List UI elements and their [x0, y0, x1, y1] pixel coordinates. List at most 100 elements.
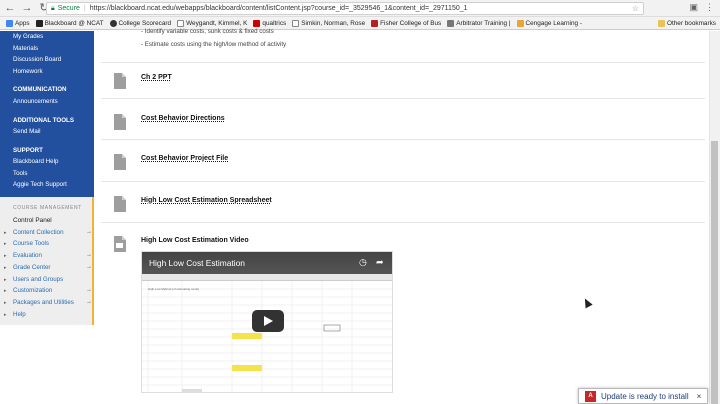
divider: [101, 181, 705, 182]
item-cost-behavior-project-file[interactable]: Cost Behavior Project File: [141, 155, 228, 162]
bookmark-arbitrator[interactable]: Arbitrator Training |: [447, 19, 511, 27]
arrow-right-icon: →: [86, 287, 92, 293]
folder-icon: [657, 20, 665, 27]
expand-icon[interactable]: ▸: [4, 241, 7, 247]
bookmark-icon: [516, 19, 524, 27]
bookmark-scorecard[interactable]: College Scorecard: [109, 19, 171, 27]
scrollbar-thumb[interactable]: [711, 141, 718, 404]
spreadsheet-thumbnail: [142, 281, 392, 392]
video-player[interactable]: High Low Cost Estimation ◷ ➦ High Low Me…: [141, 251, 393, 393]
divider: [101, 139, 705, 140]
divider: [101, 98, 705, 99]
cp-grade-center[interactable]: Grade Center: [13, 264, 51, 271]
expand-icon[interactable]: ▸: [4, 265, 7, 271]
document-icon: [114, 73, 126, 89]
bookmark-simkin[interactable]: Simkin, Norman, Rose: [292, 19, 365, 27]
sheet-heading: High Low Method (of estimating costs): [148, 287, 200, 291]
expand-icon[interactable]: ▸: [4, 300, 7, 306]
arrow-right-icon: →: [86, 299, 92, 305]
control-panel-title: Control Panel: [13, 217, 52, 224]
cp-evaluation[interactable]: Evaluation: [13, 252, 42, 259]
pdf-icon: A: [585, 390, 596, 402]
spreadsheet-ribbon: [142, 274, 392, 281]
arrow-right-icon: →: [86, 252, 92, 258]
play-button[interactable]: [252, 310, 284, 332]
sidebar-item-announcements[interactable]: Announcements: [13, 98, 58, 105]
lock-icon: 🔒︎: [51, 4, 55, 12]
browser-toolbar-right: ▣ ⋮: [689, 2, 714, 13]
item-cost-behavior-directions[interactable]: Cost Behavior Directions: [141, 115, 225, 122]
back-icon[interactable]: ←: [3, 1, 17, 15]
document-icon: [114, 154, 126, 170]
bookmark-icon: [253, 19, 261, 27]
bookmark-icon: [292, 19, 300, 27]
cp-help[interactable]: Help: [13, 311, 26, 318]
item-high-low-video[interactable]: High Low Cost Estimation Video: [141, 237, 249, 244]
address-bar-row: ← → ↻ 🔒︎ Secure | https://blackboard.nca…: [0, 0, 720, 17]
sidebar-item-send-mail[interactable]: Send Mail: [13, 128, 41, 135]
sidebar-item-my-grades[interactable]: My Grades: [13, 33, 43, 40]
update-text[interactable]: Update is ready to install: [601, 392, 689, 401]
menu-icon[interactable]: ⋮: [705, 2, 714, 13]
forward-icon[interactable]: →: [20, 1, 34, 15]
cp-users-and-groups[interactable]: Users and Groups: [13, 276, 63, 283]
sidebar-item-tools[interactable]: Tools: [13, 170, 27, 177]
bookmark-star-icon[interactable]: ☆: [632, 4, 639, 13]
close-icon[interactable]: ×: [697, 392, 702, 401]
course-menu: My Grades Materials Discussion Board Hom…: [0, 31, 94, 197]
bookmark-cengage[interactable]: Cengage Learning -: [516, 19, 582, 27]
arrow-right-icon: →: [86, 264, 92, 270]
bookmarks-bar: Apps Blackboard @ NCAT College Scorecard…: [0, 17, 720, 30]
video-document-icon: [114, 236, 126, 252]
cp-course-tools[interactable]: Course Tools: [13, 240, 49, 247]
cp-content-collection[interactable]: Content Collection: [13, 229, 64, 236]
sidebar-header-communication: COMMUNICATION: [13, 86, 67, 93]
course-management-title: COURSE MANAGEMENT: [13, 205, 82, 211]
bookmark-weygandt[interactable]: Weygandt, Kimmel, K: [177, 19, 247, 27]
apps-icon: [6, 19, 13, 27]
bookmark-apps[interactable]: Apps: [6, 19, 30, 27]
arrow-right-icon: →: [86, 229, 92, 235]
expand-icon[interactable]: ▸: [4, 277, 7, 283]
watch-later-icon[interactable]: ◷: [359, 257, 367, 268]
secure-label: Secure: [57, 5, 80, 12]
other-bookmarks[interactable]: Other bookmarks: [657, 20, 716, 27]
bookmark-icon: [109, 19, 117, 27]
document-icon: [114, 196, 126, 212]
sidebar-item-discussion-board[interactable]: Discussion Board: [13, 56, 61, 63]
cp-customization[interactable]: Customization: [13, 287, 52, 294]
update-notification[interactable]: A Update is ready to install ×: [578, 388, 708, 404]
expand-icon[interactable]: ▸: [4, 288, 7, 294]
bookmark-blackboard[interactable]: Blackboard @ NCAT: [35, 19, 104, 27]
divider: [101, 222, 705, 223]
sidebar-item-materials[interactable]: Materials: [13, 45, 38, 52]
item-ch2-ppt[interactable]: Ch 2 PPT: [141, 74, 172, 81]
video-title[interactable]: High Low Cost Estimation: [149, 258, 245, 268]
expand-icon[interactable]: ▸: [4, 253, 7, 259]
url-text: https://blackboard.ncat.edu/webapps/blac…: [89, 5, 468, 12]
expand-icon[interactable]: ▸: [4, 230, 7, 236]
bookmark-icon: [371, 19, 379, 27]
item-high-low-spreadsheet[interactable]: High Low Cost Estimation Spreadsheet: [141, 197, 272, 204]
url-input[interactable]: 🔒︎ Secure | https://blackboard.ncat.edu/…: [46, 2, 644, 15]
sidebar-item-homework[interactable]: Homework: [13, 68, 43, 75]
sidebar-header-support: SUPPORT: [13, 147, 43, 154]
intro-line: - Identify variable costs, sunk costs & …: [141, 28, 274, 35]
bookmark-qualtrics[interactable]: qualtrics: [253, 19, 286, 27]
sidebar-header-additional-tools: ADDITIONAL TOOLS: [13, 117, 74, 124]
expand-icon[interactable]: ▸: [4, 312, 7, 318]
content-area: - Identify variable costs, sunk costs & …: [101, 28, 705, 404]
extension-icon[interactable]: ▣: [689, 2, 698, 13]
bookmark-fisher[interactable]: Fisher College of Bus: [371, 19, 441, 27]
document-icon: [114, 114, 126, 130]
bookmark-icon: [177, 19, 185, 27]
divider: [101, 62, 705, 63]
intro-line: - Estimate costs using the high/low meth…: [141, 41, 287, 48]
bookmark-icon: [447, 19, 455, 27]
sidebar-item-blackboard-help[interactable]: Blackboard Help: [13, 158, 58, 165]
cp-packages-and-utilities[interactable]: Packages and Utilities: [13, 299, 74, 306]
course-management-panel: COURSE MANAGEMENT Control Panel ▸ Conten…: [0, 197, 94, 325]
sidebar-item-aggie-tech-support[interactable]: Aggie Tech Support: [13, 181, 67, 188]
bookmark-icon: [35, 19, 43, 27]
share-icon[interactable]: ➦: [376, 257, 384, 268]
